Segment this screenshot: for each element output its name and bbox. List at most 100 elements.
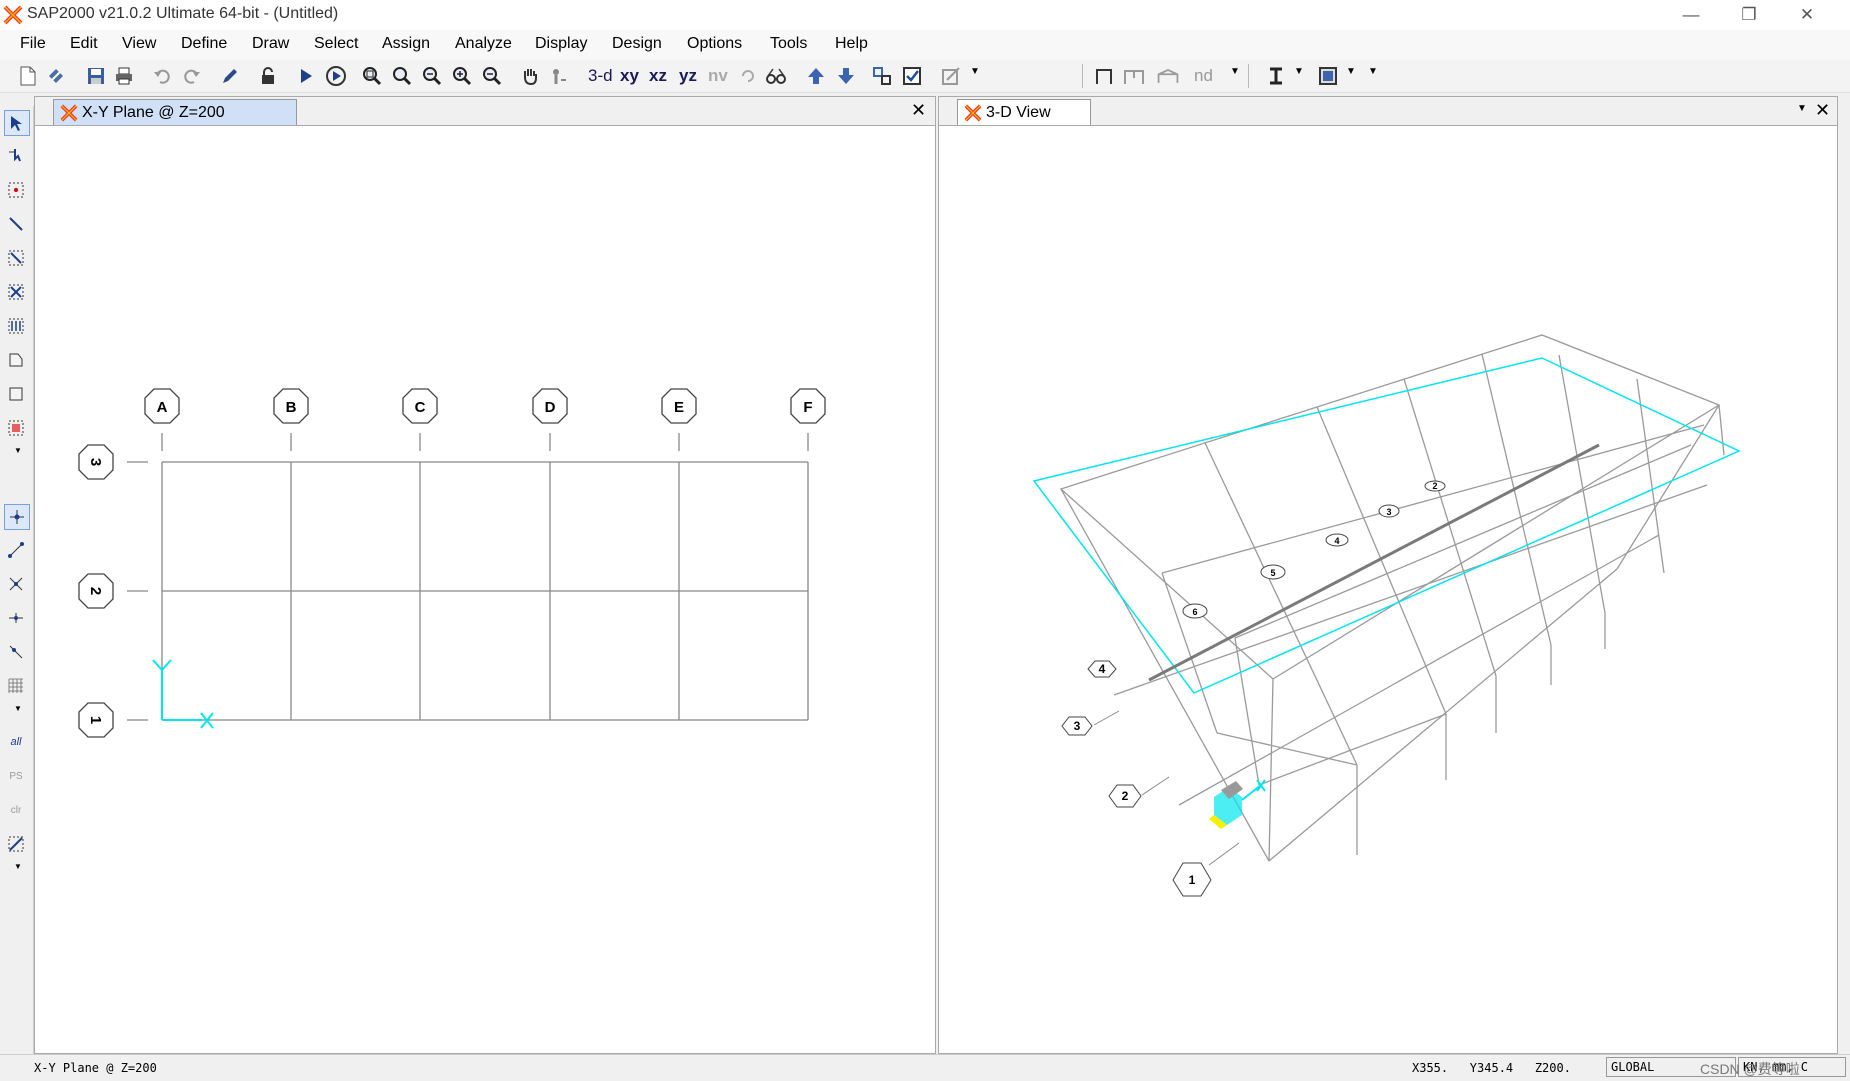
- svg-text:E: E: [674, 399, 684, 416]
- tab-3d-view[interactable]: 3-D View: [957, 99, 1091, 125]
- menu-help[interactable]: Help: [835, 35, 868, 53]
- menu-draw[interactable]: Draw: [252, 35, 289, 53]
- i-section-icon[interactable]: [1264, 64, 1288, 88]
- menu-edit[interactable]: Edit: [70, 35, 98, 53]
- perspective-glasses-icon[interactable]: [764, 64, 788, 88]
- menu-define[interactable]: Define: [181, 35, 227, 53]
- sap2000-logo-icon: [964, 104, 982, 121]
- tab-xy-plane-label: X-Y Plane @ Z=200: [82, 103, 225, 121]
- close-3d-window-button[interactable]: ✕: [1815, 100, 1830, 121]
- quick-draw-secondary-icon[interactable]: [4, 314, 28, 338]
- 3d-grid-bubble-3: 3: [1061, 716, 1093, 736]
- menu-display[interactable]: Display: [535, 35, 587, 53]
- restore-view-icon[interactable]: [390, 64, 414, 88]
- 3d-grid-bubble-back-5: 5: [1260, 564, 1286, 580]
- clear-selection-button[interactable]: clr: [4, 798, 28, 822]
- 3d-view-canvas[interactable]: 4 3 2 1 6 5 4 3 2: [939, 125, 1837, 1053]
- view-xz-button[interactable]: xz: [649, 66, 667, 86]
- undo-icon[interactable]: [150, 64, 174, 88]
- select-all-button[interactable]: all: [4, 730, 28, 754]
- lock-icon[interactable]: [256, 64, 280, 88]
- view-nv-button[interactable]: nv: [708, 66, 728, 86]
- global-axes-indicator: [152, 659, 214, 729]
- chevron-down-icon[interactable]: ▼: [14, 446, 22, 455]
- chevron-down-icon[interactable]: ▼: [1346, 66, 1356, 77]
- view-3d-button[interactable]: 3-d: [588, 66, 613, 86]
- menu-view[interactable]: View: [122, 35, 156, 53]
- area-section-icon[interactable]: [1316, 64, 1340, 88]
- menu-file[interactable]: File: [20, 35, 46, 53]
- quick-draw-braces-icon[interactable]: [4, 280, 28, 304]
- draw-joint-icon[interactable]: [4, 178, 28, 202]
- zoom-full-icon[interactable]: [420, 64, 444, 88]
- get-previous-selection-button[interactable]: PS: [4, 764, 28, 788]
- tab-xy-plane[interactable]: X-Y Plane @ Z=200: [53, 99, 297, 125]
- chevron-down-icon[interactable]: ▼: [14, 862, 22, 871]
- quick-draw-frame-icon[interactable]: [4, 246, 28, 270]
- xy-plane-window[interactable]: X-Y Plane @ Z=200 ✕ A B C D E F 3 2 1: [34, 96, 936, 1054]
- save-icon[interactable]: [84, 64, 108, 88]
- menu-tools[interactable]: Tools: [770, 35, 807, 53]
- intersecting-line-select-icon[interactable]: [4, 832, 28, 856]
- move-down-icon[interactable]: [834, 64, 858, 88]
- chevron-down-icon[interactable]: ▼: [1797, 103, 1807, 114]
- portal-frame-icon[interactable]: [1122, 64, 1146, 88]
- menu-assign[interactable]: Assign: [382, 35, 430, 53]
- run-analysis-icon[interactable]: [294, 64, 318, 88]
- assign-display-icon[interactable]: [940, 64, 964, 88]
- restore-button[interactable]: ❐: [1726, 2, 1772, 28]
- close-xy-window-button[interactable]: ✕: [911, 100, 926, 121]
- snap-ends-icon[interactable]: [4, 538, 28, 562]
- zoom-out-icon[interactable]: [480, 64, 504, 88]
- chevron-down-icon[interactable]: ▼: [1368, 66, 1378, 77]
- pan-hand-icon[interactable]: [518, 64, 542, 88]
- edit-pencil-icon[interactable]: [218, 64, 242, 88]
- snap-perpendicular-icon[interactable]: [4, 606, 28, 630]
- menu-options[interactable]: Options: [687, 35, 742, 53]
- snap-intersections-icon[interactable]: [4, 572, 28, 596]
- svg-text:3: 3: [1386, 507, 1391, 517]
- check-display-icon[interactable]: [900, 64, 924, 88]
- snap-grid-icon[interactable]: [4, 674, 28, 698]
- draw-rect-area-icon[interactable]: [4, 382, 28, 406]
- run-now-icon[interactable]: [324, 64, 348, 88]
- snap-points-icon[interactable]: [4, 504, 30, 530]
- reshape-icon[interactable]: [4, 144, 28, 168]
- view-yz-button[interactable]: yz: [679, 66, 697, 86]
- menu-select[interactable]: Select: [314, 35, 358, 53]
- chevron-down-icon[interactable]: ▼: [1230, 66, 1240, 77]
- chevron-down-icon[interactable]: ▼: [1294, 66, 1304, 77]
- zoom-in-icon[interactable]: [450, 64, 474, 88]
- svg-text:1: 1: [87, 716, 104, 724]
- 3d-view-window[interactable]: 3-D View ▼ ✕ 4 3 2 1 6 5 4 3 2: [938, 96, 1838, 1054]
- chevron-down-icon[interactable]: ▼: [14, 704, 22, 713]
- draw-frame-icon[interactable]: [1092, 64, 1116, 88]
- draw-frame-line-icon[interactable]: [4, 212, 28, 236]
- redo-icon[interactable]: [180, 64, 204, 88]
- pointer-icon[interactable]: [4, 110, 30, 136]
- menu-analyze[interactable]: Analyze: [455, 35, 512, 53]
- zoom-window-icon[interactable]: [360, 64, 384, 88]
- set-display-options-icon[interactable]: [870, 64, 894, 88]
- new-file-icon[interactable]: [16, 64, 40, 88]
- 3d-grid-bubble-1: 1: [1172, 862, 1212, 897]
- move-up-icon[interactable]: [804, 64, 828, 88]
- chevron-down-icon[interactable]: ▼: [970, 66, 980, 77]
- rotate-view-icon[interactable]: [736, 64, 760, 88]
- 3d-grid-bubble-back-4: 4: [1325, 533, 1349, 547]
- snap-lines-icon[interactable]: [4, 640, 28, 664]
- draw-poly-area-icon[interactable]: [4, 348, 28, 372]
- close-window-button[interactable]: ✕: [1784, 2, 1830, 28]
- xy-plane-canvas[interactable]: A B C D E F 3 2 1: [35, 125, 935, 1053]
- rubber-band-icon[interactable]: [546, 64, 570, 88]
- menu-design[interactable]: Design: [612, 35, 662, 53]
- minimize-button[interactable]: —: [1668, 2, 1714, 28]
- nd-button[interactable]: nd: [1194, 66, 1213, 86]
- svg-text:4: 4: [1099, 662, 1106, 676]
- print-icon[interactable]: [112, 64, 136, 88]
- open-template-icon[interactable]: [44, 64, 68, 88]
- quick-draw-area-icon[interactable]: [4, 416, 28, 440]
- grid-bubble-c: C: [402, 388, 438, 424]
- view-xy-button[interactable]: xy: [620, 66, 639, 86]
- truss-frame-icon[interactable]: [1156, 64, 1180, 88]
